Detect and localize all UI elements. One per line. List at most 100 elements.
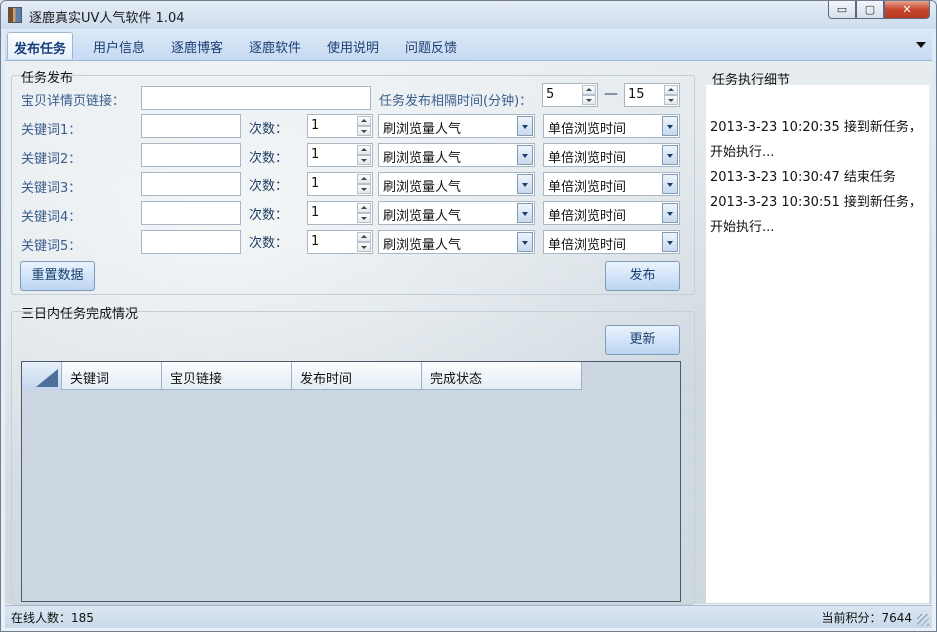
task-grid[interactable]: 关键词 宝贝链接 发布时间 完成状态 xyxy=(21,361,681,602)
spin-down-icon[interactable] xyxy=(582,95,596,105)
window-controls: ▭ ▢ ✕ xyxy=(828,1,930,21)
minimize-button[interactable]: ▭ xyxy=(828,1,856,19)
spin-up-icon[interactable] xyxy=(664,85,678,95)
item-link-input[interactable] xyxy=(141,86,371,110)
log-line: 2013-3-23 10:30:47 结束任务 xyxy=(710,170,896,185)
count-spinner[interactable]: 1 xyxy=(307,114,373,138)
current-points: 当前积分：7644 xyxy=(821,611,912,625)
details-log-panel[interactable]: 2013-3-23 10:20:35 接到新任务， 开始执行... 2013-3… xyxy=(706,85,929,603)
dropdown-arrow-icon[interactable] xyxy=(517,203,533,223)
count-spinner[interactable]: 1 xyxy=(307,172,373,196)
mode-select[interactable]: 刷浏览量人气 xyxy=(378,143,535,167)
spin-up-icon[interactable] xyxy=(357,116,371,126)
spin-down-icon[interactable] xyxy=(357,155,371,165)
maximize-button[interactable]: ▢ xyxy=(856,1,884,19)
tab-publish-task[interactable]: 发布任务 xyxy=(7,32,74,59)
dropdown-arrow-icon[interactable] xyxy=(662,232,678,252)
dropdown-arrow-icon[interactable] xyxy=(662,145,678,165)
dropdown-arrow-icon[interactable] xyxy=(517,174,533,194)
count-label: 次数： xyxy=(249,236,289,251)
keyword-input[interactable] xyxy=(141,143,241,167)
select-all-corner[interactable] xyxy=(22,362,62,390)
keyword-input[interactable] xyxy=(141,114,241,138)
app-icon xyxy=(8,7,22,23)
count-spinner[interactable]: 1 xyxy=(307,230,373,254)
window-title: 逐鹿真实UV人气软件 1.04 xyxy=(29,11,185,26)
browse-time-select[interactable]: 单倍浏览时间 xyxy=(543,143,680,167)
browse-time-select[interactable]: 单倍浏览时间 xyxy=(543,114,680,138)
spin-up-icon[interactable] xyxy=(357,174,371,184)
count-value: 1 xyxy=(311,234,320,249)
count-label: 次数： xyxy=(249,179,289,194)
count-value: 1 xyxy=(311,205,320,220)
browse-time-select[interactable]: 单倍浏览时间 xyxy=(543,172,680,196)
spin-up-icon[interactable] xyxy=(582,85,596,95)
spin-down-icon[interactable] xyxy=(357,126,371,136)
spin-up-icon[interactable] xyxy=(357,232,371,242)
task-publish-title: 任务发布 xyxy=(21,71,74,86)
keyword-label: 关键词4： xyxy=(21,210,82,225)
count-spinner[interactable]: 1 xyxy=(307,201,373,225)
keyword-label: 关键词5： xyxy=(21,239,82,254)
spin-up-icon[interactable] xyxy=(357,203,371,213)
spin-down-icon[interactable] xyxy=(664,95,678,105)
refresh-button[interactable]: 更新 xyxy=(605,325,680,355)
keyword-input[interactable] xyxy=(141,172,241,196)
browse-time-select[interactable]: 单倍浏览时间 xyxy=(543,230,680,254)
publish-button[interactable]: 发布 xyxy=(605,261,680,291)
close-button[interactable]: ✕ xyxy=(884,1,930,19)
mode-select[interactable]: 刷浏览量人气 xyxy=(378,172,535,196)
dropdown-arrow-icon[interactable] xyxy=(662,203,678,223)
tab-feedback[interactable]: 问题反馈 xyxy=(405,37,457,56)
interval-max-value: 15 xyxy=(628,87,645,102)
browse-time-value: 单倍浏览时间 xyxy=(548,180,627,195)
keyword-input[interactable] xyxy=(141,230,241,254)
tab-usage-guide[interactable]: 使用说明 xyxy=(327,37,379,56)
browse-time-value: 单倍浏览时间 xyxy=(548,151,627,166)
item-link-label: 宝贝详情页链接： xyxy=(21,94,126,109)
mode-value: 刷浏览量人气 xyxy=(383,209,462,224)
spin-down-icon[interactable] xyxy=(357,242,371,252)
interval-max-spinner[interactable]: 15 xyxy=(624,83,680,107)
column-header-keyword[interactable]: 关键词 xyxy=(62,362,162,390)
keyword-input[interactable] xyxy=(141,201,241,225)
dropdown-arrow-icon[interactable] xyxy=(517,116,533,136)
count-value: 1 xyxy=(311,176,320,191)
reset-data-button[interactable]: 重置数据 xyxy=(20,261,95,291)
count-value: 1 xyxy=(311,118,320,133)
tab-zhulu-blog[interactable]: 逐鹿博客 xyxy=(171,37,223,56)
log-line: 开始执行... xyxy=(710,145,775,160)
tab-user-info[interactable]: 用户信息 xyxy=(93,37,145,56)
count-spinner[interactable]: 1 xyxy=(307,143,373,167)
column-header-publish-time[interactable]: 发布时间 xyxy=(292,362,422,390)
title-bar: 逐鹿真实UV人气软件 1.04 ▭ ▢ ✕ xyxy=(1,1,936,29)
resize-grip-icon[interactable] xyxy=(917,614,929,626)
mode-select[interactable]: 刷浏览量人气 xyxy=(378,201,535,225)
app-window: 逐鹿真实UV人气软件 1.04 ▭ ▢ ✕ 发布任务 用户信息 逐鹿博客 逐鹿软… xyxy=(0,0,937,632)
mode-select[interactable]: 刷浏览量人气 xyxy=(378,114,535,138)
content-area: 任务发布 宝贝详情页链接： 任务发布相隔时间(分钟)： 5 — 15 关键词1：… xyxy=(5,61,932,605)
interval-label: 任务发布相隔时间(分钟)： xyxy=(379,94,533,109)
dropdown-arrow-icon[interactable] xyxy=(662,174,678,194)
tab-zhulu-software[interactable]: 逐鹿软件 xyxy=(249,37,301,56)
spin-down-icon[interactable] xyxy=(357,184,371,194)
keyword-label: 关键词1： xyxy=(21,123,82,138)
count-value: 1 xyxy=(311,147,320,162)
interval-min-spinner[interactable]: 5 xyxy=(542,83,598,107)
dropdown-arrow-icon[interactable] xyxy=(517,145,533,165)
column-header-item-link[interactable]: 宝贝链接 xyxy=(162,362,292,390)
spin-up-icon[interactable] xyxy=(357,145,371,155)
log-line: 开始执行... xyxy=(710,220,775,235)
column-header-status[interactable]: 完成状态 xyxy=(422,362,582,390)
mode-value: 刷浏览量人气 xyxy=(383,238,462,253)
keyword-label: 关键词2： xyxy=(21,152,82,167)
count-label: 次数： xyxy=(249,122,289,137)
mode-select[interactable]: 刷浏览量人气 xyxy=(378,230,535,254)
online-count: 在线人数：185 xyxy=(11,611,94,625)
browse-time-select[interactable]: 单倍浏览时间 xyxy=(543,201,680,225)
spin-down-icon[interactable] xyxy=(357,213,371,223)
dropdown-arrow-icon[interactable] xyxy=(662,116,678,136)
dropdown-arrow-icon[interactable] xyxy=(517,232,533,252)
tab-menu-arrow-icon[interactable] xyxy=(916,42,926,48)
mode-value: 刷浏览量人气 xyxy=(383,151,462,166)
